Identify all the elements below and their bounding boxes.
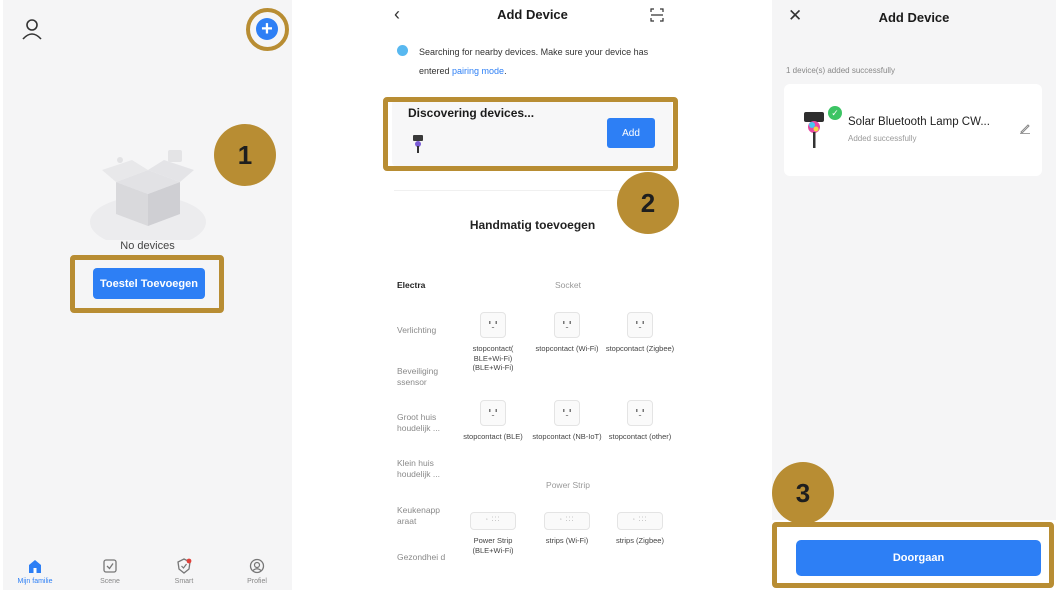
add-device-screen: ‹ Add Device Searching for nearby device… bbox=[380, 0, 685, 590]
socket-icon bbox=[480, 400, 506, 426]
step-marker-1: 1 bbox=[214, 124, 276, 186]
device-option[interactable]: ◦ ⁚⁚⁚ Power Strip (BLE+Wi-Fi) bbox=[457, 512, 529, 555]
highlight-ring bbox=[246, 8, 289, 51]
tab-profiel[interactable]: Profiel bbox=[227, 558, 287, 585]
tab-smart[interactable]: Smart bbox=[154, 558, 214, 585]
device-label: stopcontact (Zigbee) bbox=[605, 344, 675, 353]
search-hint-end: . bbox=[504, 66, 507, 76]
empty-box-illustration bbox=[90, 150, 206, 240]
profile-icon bbox=[249, 558, 265, 574]
lamp-icon bbox=[804, 112, 824, 148]
socket-icon bbox=[627, 400, 653, 426]
page-title: Add Device bbox=[497, 7, 568, 22]
tab-scene[interactable]: Scene bbox=[80, 558, 140, 585]
power-strip-icon: ◦ ⁚⁚⁚ bbox=[470, 512, 516, 530]
socket-icon bbox=[627, 312, 653, 338]
home-screen: + No devices Toestel Toevoegen 1 Mijn fa… bbox=[3, 0, 292, 590]
device-label: stopcontact( BLE+Wi-Fi) (BLE+Wi-Fi) bbox=[472, 344, 514, 372]
device-option[interactable]: stopcontact( BLE+Wi-Fi) (BLE+Wi-Fi) bbox=[457, 312, 529, 373]
section-socket-label: Socket bbox=[555, 280, 581, 290]
socket-icon bbox=[554, 312, 580, 338]
highlight-box bbox=[383, 97, 678, 171]
device-label: strips (Zigbee) bbox=[616, 536, 664, 545]
tab-label: Scene bbox=[100, 578, 120, 585]
searching-spinner-icon bbox=[397, 45, 408, 56]
device-status: Added successfully bbox=[848, 134, 917, 143]
device-option[interactable]: ◦ ⁚⁚⁚ strips (Zigbee) bbox=[604, 512, 676, 546]
tab-label: Profiel bbox=[247, 578, 267, 585]
device-option[interactable]: ◦ ⁚⁚⁚ strips (Wi-Fi) bbox=[531, 512, 603, 546]
highlight-box bbox=[772, 522, 1054, 588]
device-label: strips (Wi-Fi) bbox=[545, 536, 589, 545]
checkbox-icon bbox=[103, 559, 117, 573]
page-title: Add Device bbox=[878, 10, 950, 25]
device-name: Solar Bluetooth Lamp CW... bbox=[848, 116, 990, 128]
device-option[interactable]: stopcontact (Wi-Fi) bbox=[531, 312, 603, 354]
edit-icon[interactable] bbox=[1019, 122, 1031, 134]
power-strip-icon: ◦ ⁚⁚⁚ bbox=[617, 512, 663, 530]
empty-state-text: No devices bbox=[120, 240, 175, 252]
power-strip-icon: ◦ ⁚⁚⁚ bbox=[544, 512, 590, 530]
device-label: stopcontact (NB-IoT) bbox=[532, 432, 602, 441]
category-electra[interactable]: Electra bbox=[397, 280, 457, 291]
socket-icon bbox=[554, 400, 580, 426]
bottom-tab-bar: Mijn familie Scene Smart Profiel bbox=[3, 550, 292, 590]
device-label: stopcontact (Wi-Fi) bbox=[535, 344, 599, 353]
success-check-icon: ✓ bbox=[828, 106, 842, 120]
search-hint: Searching for nearby devices. Make sure … bbox=[419, 43, 669, 81]
category-klein-huishoudelijk[interactable]: Klein huis houdelijk ... bbox=[397, 458, 457, 480]
category-gezondheid[interactable]: Gezondhei d bbox=[397, 552, 457, 563]
scan-icon[interactable] bbox=[650, 8, 664, 22]
manual-add-title: Handmatig toevoegen bbox=[469, 218, 596, 232]
device-option[interactable]: stopcontact (BLE) bbox=[457, 400, 529, 442]
section-power-strip-label: Power Strip bbox=[546, 480, 590, 490]
device-label: stopcontact (other) bbox=[608, 432, 672, 441]
pairing-mode-link[interactable]: pairing mode bbox=[452, 66, 504, 76]
device-option[interactable]: stopcontact (other) bbox=[604, 400, 676, 442]
shield-icon bbox=[177, 558, 192, 574]
tab-mijn-familie[interactable]: Mijn familie bbox=[5, 558, 65, 585]
device-added-screen: ✕ Add Device 1 device(s) added successfu… bbox=[772, 0, 1056, 590]
device-option[interactable]: stopcontact (NB-IoT) bbox=[531, 400, 603, 442]
added-count-text: 1 device(s) added successfully bbox=[786, 66, 895, 75]
highlight-box bbox=[70, 255, 224, 313]
device-option[interactable]: stopcontact (Zigbee) bbox=[604, 312, 676, 354]
category-verlichting[interactable]: Verlichting bbox=[397, 325, 457, 336]
category-keukenapparaat[interactable]: Keukenapp araat bbox=[397, 505, 457, 527]
step-marker-3: 3 bbox=[772, 462, 834, 524]
home-icon bbox=[29, 560, 41, 573]
user-icon[interactable] bbox=[21, 18, 43, 40]
device-label: Power Strip (BLE+Wi-Fi) bbox=[472, 536, 514, 555]
tab-label: Smart bbox=[174, 578, 194, 585]
socket-icon bbox=[480, 312, 506, 338]
device-label: stopcontact (BLE) bbox=[463, 432, 523, 441]
category-groot-huishoudelijk[interactable]: Groot huis houdelijk ... bbox=[397, 412, 457, 434]
tab-label: Mijn familie bbox=[17, 578, 53, 585]
category-beveiliging[interactable]: Beveiliging ssensor bbox=[397, 366, 457, 388]
